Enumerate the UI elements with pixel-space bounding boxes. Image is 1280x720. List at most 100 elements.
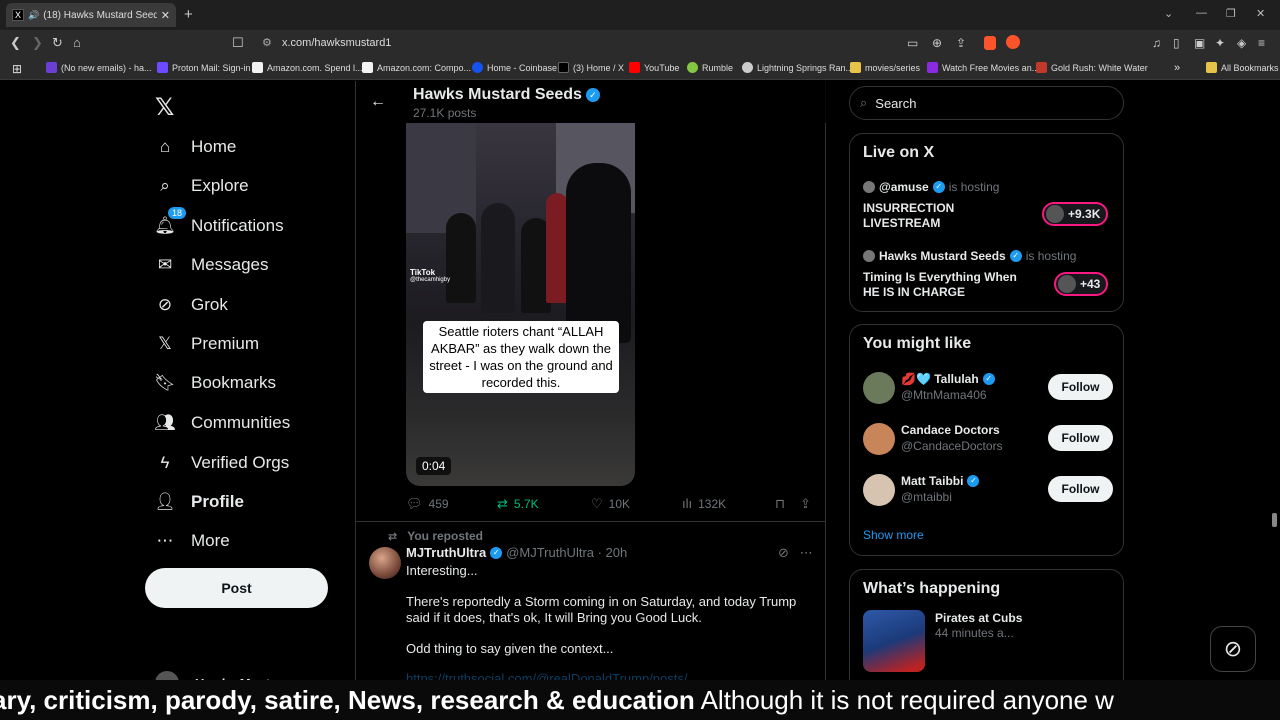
- all-bookmarks-folder[interactable]: All Bookmarks: [1206, 62, 1279, 73]
- nav-messages[interactable]: ✉ Messages: [155, 255, 269, 275]
- suggested-user[interactable]: Candace Doctors @CandaceDoctors Follow: [863, 421, 1113, 461]
- speaker-icon[interactable]: 🔊: [28, 10, 39, 21]
- grok-icon: ⊘: [157, 295, 173, 314]
- avatar: [1058, 275, 1076, 293]
- home-page-icon[interactable]: ⌂: [73, 35, 81, 50]
- nav-communities[interactable]: 👥︎ Communities: [154, 413, 290, 433]
- tweet-author[interactable]: MJTruthUltra ✓ @MJTruthUltra · 20h: [406, 545, 627, 560]
- url-text: x.com/hawksmustard1: [282, 37, 392, 49]
- bookmark-item[interactable]: (No new emails) - ha...: [46, 62, 152, 73]
- zoom-icon[interactable]: ⊕: [932, 36, 942, 50]
- nav-premium[interactable]: 𝕏 Premium: [155, 334, 259, 354]
- close-window-icon[interactable]: ✕: [1256, 7, 1265, 20]
- bookmark-item[interactable]: Amazon.com: Compo...: [362, 62, 471, 73]
- nav-grok[interactable]: ⊘ Grok: [155, 295, 228, 315]
- repost-button[interactable]: ⇄ 5.7K: [497, 496, 539, 512]
- trend-title[interactable]: Pirates at Cubs: [935, 611, 1022, 625]
- menu-icon[interactable]: ≡: [1258, 36, 1265, 50]
- grok-icon: ⊘: [1223, 636, 1243, 661]
- bookmark-item[interactable]: YouTube: [629, 62, 679, 73]
- minimize-icon[interactable]: —: [1196, 7, 1207, 19]
- bookmark-folder[interactable]: movies/series: [850, 62, 920, 73]
- new-tab-icon[interactable]: +: [184, 6, 193, 23]
- like-button[interactable]: ♡ 10K: [591, 496, 630, 512]
- views-button[interactable]: ılı 132K: [682, 496, 726, 511]
- live-listener-pill[interactable]: +9.3K: [1042, 202, 1109, 226]
- grok-icon[interactable]: ⊘: [778, 545, 789, 560]
- live-title[interactable]: Timing Is Everything When HE IS IN CHARG…: [863, 270, 1033, 300]
- bookmark-tweet-button[interactable]: ⊓: [775, 496, 791, 512]
- video-scene-figure: [566, 163, 631, 343]
- nav-profile[interactable]: 👤︎ Profile: [154, 492, 244, 512]
- repost-icon: ⇄: [388, 530, 398, 543]
- bookmark-item[interactable]: Watch Free Movies an...: [927, 62, 1039, 73]
- nav-home[interactable]: ⌂ Home: [155, 137, 237, 157]
- bookmark-item[interactable]: Lightning Springs Ran...: [742, 62, 853, 73]
- post-button[interactable]: Post: [145, 568, 328, 608]
- tab-list-chevron-icon[interactable]: ⌄: [1164, 7, 1173, 20]
- suggested-user[interactable]: 💋🩵 Tallulah ✓ @MtnMama406 Follow: [863, 370, 1113, 410]
- restore-icon[interactable]: ❐: [1226, 7, 1236, 20]
- tweet-actions: 💬︎ 459 ⇄ 5.7K ♡ 10K ılı 132K ⊓ ⇪: [406, 496, 816, 516]
- browser-tabbar: X 🔊 (18) Hawks Mustard Seeds (@ha ✕ + ⌄ …: [0, 0, 1280, 30]
- more-bookmarks-icon[interactable]: »: [1174, 62, 1180, 74]
- apps-grid-icon[interactable]: ⊞: [12, 62, 22, 76]
- brave-rewards-icon[interactable]: [1006, 35, 1020, 49]
- bookmark-item[interactable]: (3) Home / X: [558, 62, 624, 73]
- grok-floating-button[interactable]: ⊘: [1210, 626, 1256, 672]
- music-icon[interactable]: ♫: [1152, 36, 1161, 50]
- back-icon[interactable]: ❮: [10, 35, 21, 51]
- follow-button[interactable]: Follow: [1048, 476, 1113, 502]
- live-host-row[interactable]: Hawks Mustard Seeds ✓ is hosting: [863, 249, 1076, 263]
- tweet-video[interactable]: TikTok @thecamhigby Seattle rioters chant…: [406, 123, 635, 486]
- bookmark-page-icon[interactable]: ☐: [232, 35, 244, 51]
- site-settings-icon[interactable]: ⚙: [262, 36, 272, 49]
- sidebar-toggle-icon[interactable]: ▯: [1173, 36, 1180, 50]
- live-host-row[interactable]: @amuse ✓ is hosting: [863, 180, 999, 194]
- live-listener-pill[interactable]: +43: [1054, 272, 1109, 296]
- bookmark-item[interactable]: Rumble: [687, 62, 733, 73]
- views-chart-icon: ılı: [682, 496, 693, 511]
- forward-icon[interactable]: ❯: [32, 35, 43, 51]
- nav-notifications[interactable]: 🔔︎ 18 Notifications: [154, 206, 284, 236]
- leo-ai-icon[interactable]: ✦: [1215, 36, 1225, 50]
- bell-icon: 🔔︎ 18: [154, 206, 188, 236]
- x-logo-icon[interactable]: 𝕏: [155, 93, 174, 122]
- suggested-user[interactable]: Matt Taibbi ✓ @mtaibbi Follow: [863, 472, 1113, 512]
- bookmark-item[interactable]: Gold Rush: White Water: [1036, 62, 1148, 73]
- browser-tab[interactable]: X 🔊 (18) Hawks Mustard Seeds (@ha ✕: [6, 3, 176, 27]
- video-scene-figure: [481, 203, 515, 313]
- tweet-more-icons: ⊘ ⋯: [778, 545, 813, 561]
- bookmark-item[interactable]: Proton Mail: Sign-in: [157, 62, 251, 73]
- more-circle-icon: ⋯: [156, 531, 174, 550]
- bookmark-favicon-icon: [742, 62, 753, 73]
- search-input[interactable]: ⌕ Search: [849, 86, 1124, 120]
- follow-button[interactable]: Follow: [1048, 425, 1113, 451]
- wallet-icon[interactable]: ▣: [1194, 36, 1205, 50]
- bookmark-item[interactable]: Amazon.com. Spend l...: [252, 62, 363, 73]
- bookmark-item[interactable]: Home - Coinbase: [472, 62, 557, 73]
- nav-verified-orgs[interactable]: ϟ Verified Orgs: [155, 453, 290, 473]
- share-tweet-button[interactable]: ⇪: [800, 496, 817, 512]
- nav-explore[interactable]: ⌕ Explore: [155, 176, 248, 196]
- search-icon: ⌕: [860, 95, 868, 110]
- live-title[interactable]: INSURRECTION LIVESTREAM: [863, 201, 1033, 231]
- reply-button[interactable]: 💬︎ 459: [406, 496, 449, 512]
- reload-icon[interactable]: ↻: [52, 35, 63, 51]
- back-arrow-icon[interactable]: ←: [370, 93, 386, 111]
- scrollbar[interactable]: [1272, 513, 1277, 527]
- show-more-link[interactable]: Show more: [863, 528, 924, 542]
- brave-shield-icon[interactable]: [984, 36, 996, 50]
- follow-button[interactable]: Follow: [1048, 374, 1113, 400]
- vpn-icon[interactable]: ◈: [1237, 36, 1246, 50]
- close-tab-icon[interactable]: ✕: [161, 9, 170, 22]
- profile-header: ← Hawks Mustard Seeds ✓ 27.1K posts: [356, 81, 826, 123]
- nav-more[interactable]: ⋯ More: [155, 531, 230, 551]
- more-options-icon[interactable]: ⋯: [800, 545, 813, 560]
- nav-bookmarks[interactable]: 🔖︎ Bookmarks: [154, 373, 276, 393]
- avatar[interactable]: [369, 547, 401, 579]
- share-icon[interactable]: ⇪: [956, 36, 966, 50]
- cast-icon[interactable]: ▭: [907, 36, 918, 50]
- search-icon: ⌕: [160, 176, 170, 195]
- trend-image[interactable]: [863, 610, 925, 672]
